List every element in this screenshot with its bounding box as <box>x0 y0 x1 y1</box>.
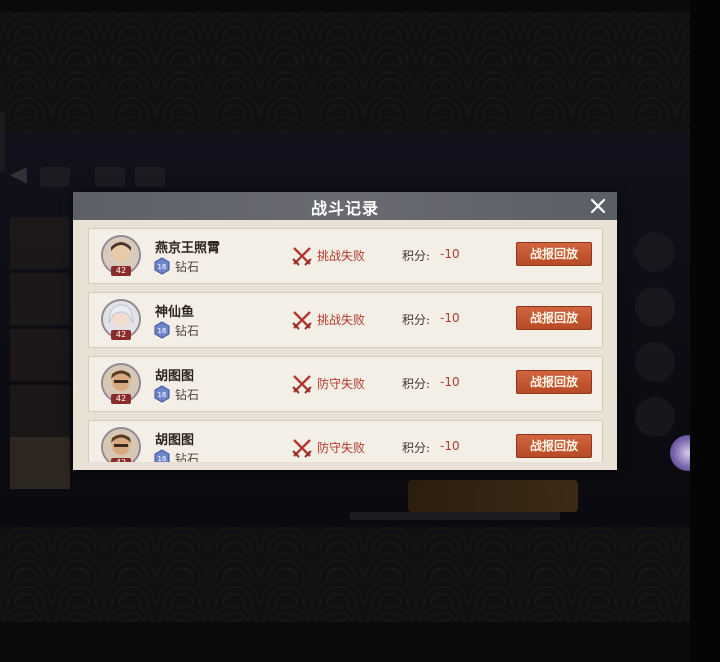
player-name: 燕京王照霄 <box>155 241 221 256</box>
level-badge: 42 <box>111 394 131 404</box>
player-name: 胡图图 <box>155 369 195 384</box>
player-name: 神仙鱼 <box>155 305 195 320</box>
battle-result: 挑战失败 <box>317 249 366 263</box>
diamond-rank-icon: 16 <box>153 321 171 339</box>
battle-result: 防守失败 <box>317 441 366 455</box>
replay-button[interactable]: 战报回放 <box>516 434 592 458</box>
crossed-swords-icon <box>291 309 313 331</box>
score-label: 积分: <box>402 441 431 455</box>
score-value: -10 <box>440 439 460 453</box>
rank-label: 钻石 <box>175 324 200 338</box>
svg-text:16: 16 <box>158 263 167 271</box>
svg-text:16: 16 <box>158 455 167 462</box>
record-row: 42 胡图图 16 钻石 防守失败 积分: -10 战报回放 <box>88 356 603 412</box>
battle-record-modal: 战斗记录 42 燕京王照霄 16 钻石 挑战失败 积分: -10 战报回放 42… <box>73 192 617 470</box>
rank-label: 钻石 <box>175 388 200 402</box>
crossed-swords-icon <box>291 245 313 267</box>
player-name: 胡图图 <box>155 433 195 448</box>
score-label: 积分: <box>402 377 431 391</box>
crossed-swords-icon <box>291 373 313 395</box>
rank-label: 钻石 <box>175 260 200 274</box>
modal-title: 战斗记录 <box>310 199 379 218</box>
level-badge: 42 <box>111 266 131 276</box>
record-list[interactable]: 42 燕京王照霄 16 钻石 挑战失败 积分: -10 战报回放 42 神仙鱼 … <box>88 228 603 462</box>
level-badge: 42 <box>111 330 131 340</box>
screen-edge <box>690 0 720 662</box>
score-label: 积分: <box>402 313 431 327</box>
level-badge: 42 <box>111 458 131 462</box>
rank-label: 钻石 <box>175 452 200 462</box>
svg-text:16: 16 <box>158 327 167 335</box>
close-button[interactable] <box>587 195 609 217</box>
score-value: -10 <box>440 375 460 389</box>
player-avatar[interactable] <box>101 427 141 462</box>
record-row: 42 胡图图 16 钻石 防守失败 积分: -10 战报回放 <box>88 420 603 462</box>
record-row: 42 神仙鱼 16 钻石 挑战失败 积分: -10 战报回放 <box>88 292 603 348</box>
score-value: -10 <box>440 247 460 261</box>
replay-button[interactable]: 战报回放 <box>516 242 592 266</box>
replay-button[interactable]: 战报回放 <box>516 370 592 394</box>
replay-button[interactable]: 战报回放 <box>516 306 592 330</box>
battle-result: 防守失败 <box>317 377 366 391</box>
crossed-swords-icon <box>291 437 313 459</box>
modal-header: 战斗记录 <box>73 192 617 220</box>
diamond-rank-icon: 16 <box>153 449 171 462</box>
score-value: -10 <box>440 311 460 325</box>
diamond-rank-icon: 16 <box>153 257 171 275</box>
diamond-rank-icon: 16 <box>153 385 171 403</box>
score-label: 积分: <box>402 249 431 263</box>
battle-result: 挑战失败 <box>317 313 366 327</box>
close-icon[interactable] <box>587 195 609 217</box>
record-row: 42 燕京王照霄 16 钻石 挑战失败 积分: -10 战报回放 <box>88 228 603 284</box>
svg-text:16: 16 <box>158 391 167 399</box>
